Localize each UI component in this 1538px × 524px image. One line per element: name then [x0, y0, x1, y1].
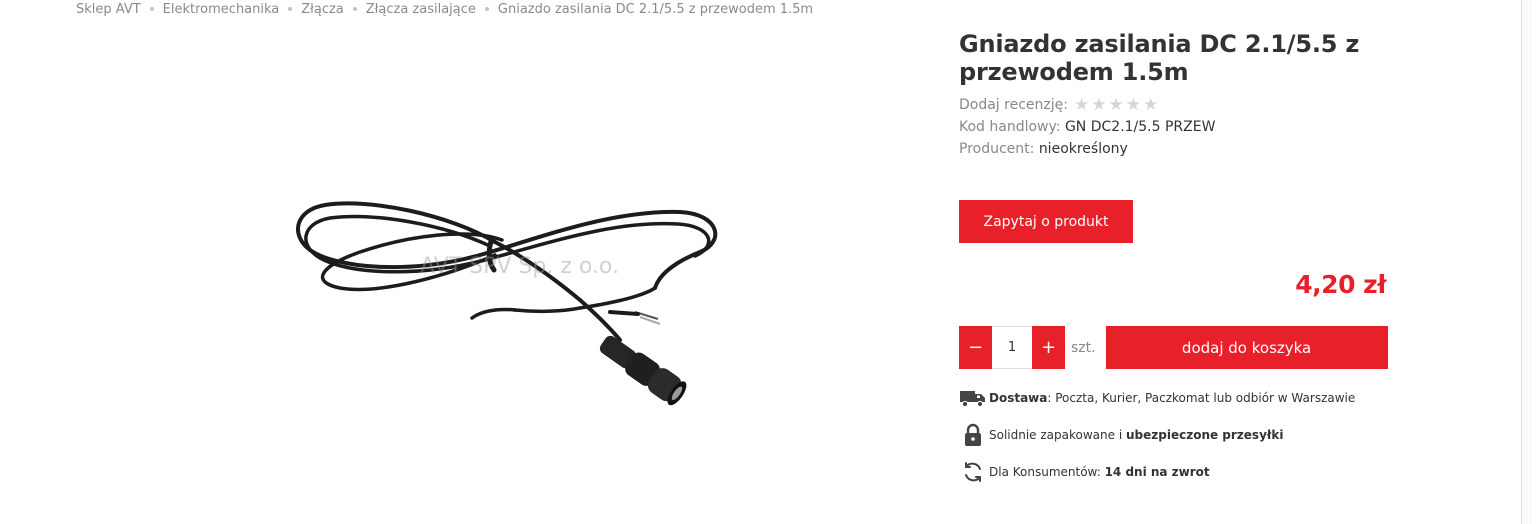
producer-row: Producent: nieokreślony — [959, 138, 1389, 160]
quantity-unit: szt. — [1071, 339, 1096, 356]
return-text: Dla Konsumentów: 14 dni na zwrot — [989, 465, 1210, 479]
breadcrumb-item-current: Gniazdo zasilania DC 2.1/5.5 z przewodem… — [497, 1, 814, 17]
star-icon[interactable]: ★ — [1126, 96, 1141, 114]
add-to-cart-button[interactable]: dodaj do koszyka — [1105, 326, 1388, 369]
lock-icon — [959, 422, 987, 448]
breadcrumb-separator — [352, 7, 357, 11]
breadcrumb-separator — [149, 7, 154, 11]
product-price: 4,20 zł — [1295, 270, 1386, 299]
packing-info: Solidnie zapakowane i ubezpieczone przes… — [959, 422, 1283, 448]
delivery-label: Dostawa — [989, 391, 1048, 405]
product-image[interactable]: AVT SPV Sp. z o.o. — [280, 180, 740, 430]
vertical-scrollbar[interactable] — [1521, 0, 1532, 524]
breadcrumb-separator — [484, 7, 489, 11]
producer-value: nieokreślony — [1038, 141, 1128, 157]
add-to-cart-row: − + szt. dodaj do koszyka — [959, 326, 1388, 369]
star-icon[interactable]: ★ — [1143, 96, 1158, 114]
breadcrumb-item-shop[interactable]: Sklep AVT — [76, 2, 141, 17]
page-title: Gniazdo zasilania DC 2.1/5.5 z przewodem… — [959, 30, 1360, 86]
star-icon[interactable]: ★ — [1108, 96, 1123, 114]
quantity-decrease-button[interactable]: − — [959, 326, 992, 369]
product-code-value: GN DC2.1/5.5 PRZEW — [1064, 119, 1216, 135]
delivery-text: Dostawa: Poczta, Kurier, Paczkomat lub o… — [989, 391, 1355, 405]
truck-icon — [959, 385, 987, 411]
breadcrumb: Sklep AVT Elektromechanika Złącza Złącza… — [76, 0, 813, 18]
packing-prefix: Solidnie zapakowane i — [989, 428, 1126, 442]
packing-insured: ubezpieczone przesyłki — [1126, 428, 1284, 442]
delivery-info: Dostawa: Poczta, Kurier, Paczkomat lub o… — [959, 385, 1355, 411]
product-info: Gniazdo zasilania DC 2.1/5.5 z przewodem… — [959, 30, 1389, 243]
image-watermark: AVT SPV Sp. z o.o. — [420, 254, 619, 279]
review-row: Dodaj recenzję: ★ ★ ★ ★ ★ — [959, 94, 1389, 116]
star-icon[interactable]: ★ — [1091, 96, 1106, 114]
packing-text: Solidnie zapakowane i ubezpieczone przes… — [989, 428, 1283, 442]
return-arrows-icon — [959, 459, 987, 485]
breadcrumb-item-power-connectors[interactable]: Złącza zasilające — [366, 2, 476, 17]
dc-cable-photo: AVT SPV Sp. z o.o. — [296, 201, 718, 406]
product-code-row: Kod handlowy: GN DC2.1/5.5 PRZEW — [959, 116, 1389, 138]
ask-about-product-button[interactable]: Zapytaj o produkt — [959, 200, 1133, 243]
product-code-label: Kod handlowy: — [959, 119, 1061, 135]
breadcrumb-item-connectors[interactable]: Złącza — [301, 2, 344, 17]
return-period: 14 dni na zwrot — [1104, 465, 1210, 479]
star-icon[interactable]: ★ — [1074, 96, 1089, 114]
breadcrumb-item-electromechanics[interactable]: Elektromechanika — [163, 2, 280, 17]
delivery-options: : Poczta, Kurier, Paczkomat lub odbiór w… — [1047, 391, 1356, 405]
return-prefix: Dla Konsumentów: — [989, 465, 1105, 479]
producer-label: Producent: — [959, 141, 1035, 157]
breadcrumb-separator — [288, 7, 293, 11]
rating-stars[interactable]: ★ ★ ★ ★ ★ — [1074, 96, 1160, 114]
quantity-input[interactable] — [992, 326, 1032, 369]
return-info: Dla Konsumentów: 14 dni na zwrot — [959, 459, 1210, 485]
quantity-increase-button[interactable]: + — [1032, 326, 1065, 369]
review-label: Dodaj recenzję: — [959, 97, 1068, 113]
